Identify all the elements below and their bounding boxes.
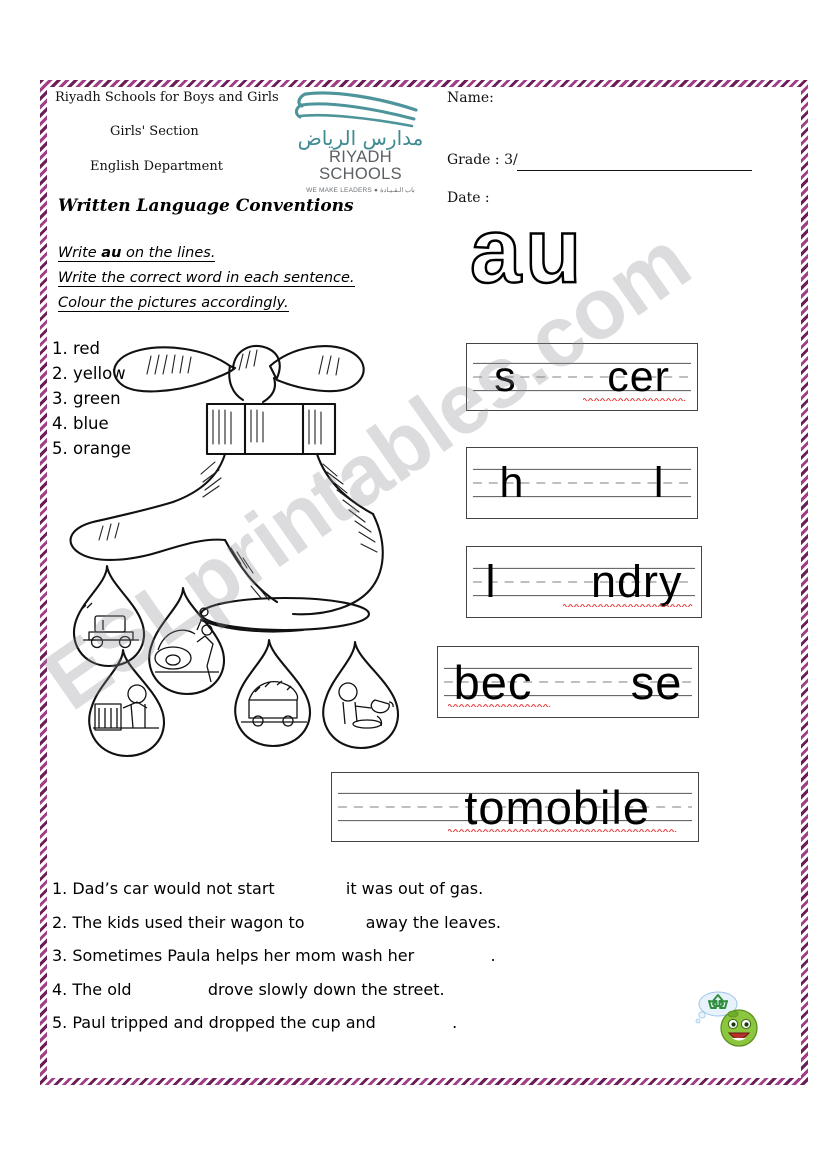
school-name: Riyadh Schools for Boys and Girls xyxy=(55,90,279,105)
school-section: Girls' Section xyxy=(110,124,199,139)
logo-tagline-ar: باب الـقـيـادة xyxy=(380,186,415,194)
sentence-item: 2. The kids used their wagon to away the… xyxy=(52,912,501,932)
word-box-because[interactable]: bec se xyxy=(437,646,699,718)
word-box-haul[interactable]: h l xyxy=(466,447,698,519)
spellcheck-underline xyxy=(448,704,551,707)
sentence-item: 1. Dad’s car would not start it was out … xyxy=(52,879,484,898)
worksheet-page: Riyadh Schools for Boys and Girls Girls'… xyxy=(0,0,821,1169)
grade-field-label: Grade : 3/ xyxy=(447,152,518,168)
grade-field-writing-line[interactable] xyxy=(517,170,752,171)
school-department: English Department xyxy=(90,159,223,174)
phoneme-heading: au xyxy=(469,200,586,302)
logo-latin-text: RIYADH SCHOOLS xyxy=(319,148,402,184)
spellcheck-underline xyxy=(583,398,686,401)
logo-swoosh-icon xyxy=(294,91,418,128)
spellcheck-underline xyxy=(563,604,693,607)
sentence-list: 1. Dad’s car would not start it was out … xyxy=(52,880,752,1048)
logo-tagline: WE MAKE LEADERS ● باب الـقـيـادة xyxy=(288,186,433,194)
faucet-and-droplets-illustration xyxy=(69,345,400,758)
recycle-mascot-icon xyxy=(695,991,758,1047)
logo-tagline-en: WE MAKE LEADERS xyxy=(306,186,372,194)
instruction-1-suffix: on the lines. xyxy=(121,245,216,261)
school-logo: مدارس الرياض RIYADH SCHOOLS WE MAKE LEAD… xyxy=(288,88,433,194)
word-box-automobile[interactable]: tomobile xyxy=(331,772,699,842)
word-box-saucer[interactable]: s cer xyxy=(466,343,698,411)
instruction-line-1: Write au on the lines. xyxy=(58,245,216,262)
instruction-line-3: Colour the pictures accordingly. xyxy=(58,295,289,312)
page-title: Written Language Conventions xyxy=(58,196,354,216)
word-box-laundry[interactable]: l ndry xyxy=(466,546,702,618)
sentence-item: 5. Paul tripped and dropped the cup and … xyxy=(52,1013,458,1033)
sentence-item: 3. Sometimes Paula helps her mom wash he… xyxy=(52,946,496,966)
instruction-line-2: Write the correct word in each sentence. xyxy=(58,270,355,287)
spellcheck-underline xyxy=(448,829,677,832)
name-field-label: Name: xyxy=(447,90,494,106)
instruction-1-prefix: Write xyxy=(58,245,102,261)
instruction-1-phoneme: au xyxy=(101,245,122,261)
logo-arabic-text: مدارس الرياض xyxy=(297,126,424,150)
sentence-item: 4. The old drove slowly down the street. xyxy=(52,979,445,999)
word-box-text: h l xyxy=(499,458,665,507)
